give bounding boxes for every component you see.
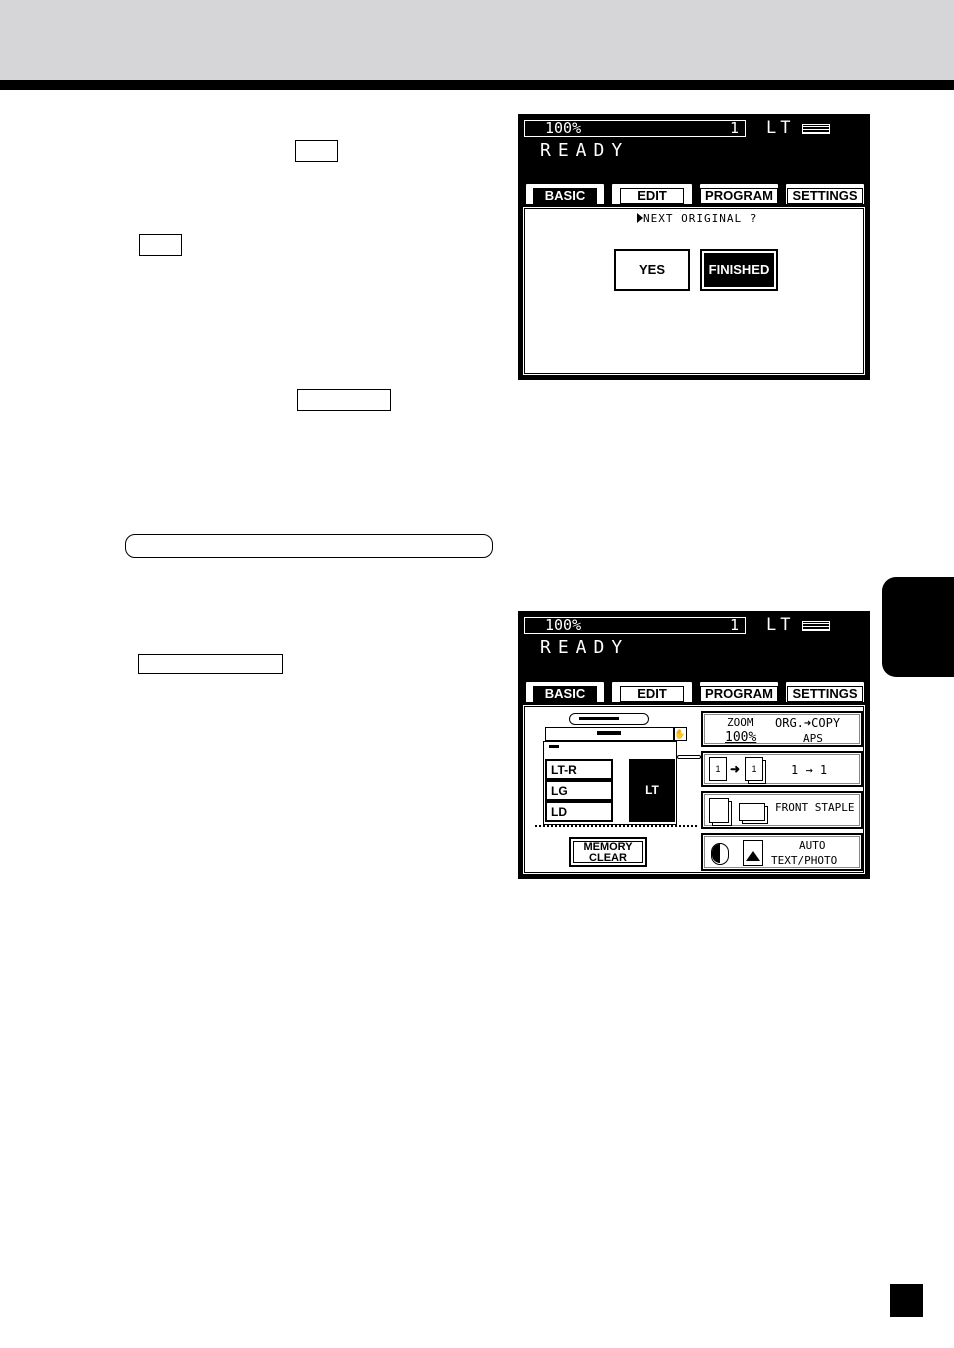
copy-count: 1 bbox=[729, 119, 739, 137]
prompt-line: NEXT ORIGINAL ? bbox=[637, 212, 757, 225]
tab-basic[interactable]: BASIC bbox=[524, 182, 606, 206]
duplex-button[interactable]: 1 ➜ 1 1 → 1 bbox=[701, 751, 863, 787]
inline-key-box bbox=[295, 140, 338, 162]
status-bar: 100% 1 bbox=[524, 120, 746, 137]
tab-program[interactable]: PROGRAM bbox=[698, 182, 780, 206]
zoom-readout: 100% bbox=[545, 616, 582, 634]
status-message: READY bbox=[540, 140, 630, 161]
header-rule bbox=[0, 80, 954, 90]
sort-icon bbox=[739, 803, 765, 821]
memory-clear-button[interactable]: MEMORY CLEAR bbox=[569, 837, 647, 867]
tab-edit[interactable]: EDIT bbox=[610, 680, 694, 704]
tab-basic[interactable]: BASIC bbox=[524, 680, 606, 704]
finisher-button[interactable]: FRONT STAPLE bbox=[701, 791, 863, 829]
zoom-button[interactable]: ZOOM 100% ORG.➜COPY APS bbox=[701, 711, 863, 747]
density-mode-button[interactable]: AUTO TEXT/PHOTO bbox=[701, 833, 863, 871]
tab-content: NEXT ORIGINAL ? YES FINISHED bbox=[522, 206, 866, 376]
original-mode-text: TEXT/PHOTO bbox=[771, 854, 838, 867]
lcd-panel-bottom: 100% 1 LT READY BASIC EDIT PROGRAM SETTI… bbox=[518, 611, 870, 879]
paper-size-readout: LT bbox=[766, 118, 795, 138]
paper-icon bbox=[802, 621, 830, 631]
next-original-prompt: NEXT ORIGINAL ? bbox=[643, 212, 758, 225]
header-band bbox=[0, 0, 954, 80]
copy-count: 1 bbox=[729, 616, 739, 634]
photo-icon bbox=[743, 840, 763, 866]
tab-content: ✋ LT-R LG LD LT MEMORY CLEAR ZOOM 100% O… bbox=[522, 704, 866, 875]
status-bar: 100% 1 bbox=[524, 617, 746, 634]
note-bar bbox=[125, 534, 493, 558]
status-message: READY bbox=[540, 637, 630, 658]
inline-key-box bbox=[138, 654, 283, 674]
paper-icon bbox=[802, 124, 830, 134]
bypass-tray-icon bbox=[677, 755, 701, 759]
staple-icon bbox=[709, 798, 729, 823]
tab-settings[interactable]: SETTINGS bbox=[784, 680, 866, 704]
duplex-text: 1 → 1 bbox=[791, 763, 828, 777]
tab-strip: BASIC EDIT PROGRAM SETTINGS bbox=[524, 182, 868, 208]
paper-size-readout: LT bbox=[766, 615, 795, 635]
chapter-tab bbox=[882, 577, 954, 677]
duplex-icon: 1 ➜ 1 bbox=[709, 757, 767, 783]
lcd-panel-top: 100% 1 LT READY BASIC EDIT PROGRAM SETTI… bbox=[518, 114, 870, 380]
yes-button[interactable]: YES bbox=[614, 249, 690, 291]
tray-lt-button[interactable]: LT bbox=[629, 759, 675, 822]
tab-strip: BASIC EDIT PROGRAM SETTINGS bbox=[524, 680, 868, 706]
tab-settings[interactable]: SETTINGS bbox=[784, 182, 866, 206]
inline-key-box bbox=[139, 234, 182, 256]
tab-edit[interactable]: EDIT bbox=[610, 182, 694, 206]
finisher-text: FRONT STAPLE bbox=[775, 801, 855, 814]
density-icon bbox=[711, 843, 729, 865]
zoom-readout: 100% bbox=[545, 119, 582, 137]
tray-lt-r-button[interactable]: LT-R bbox=[545, 759, 613, 780]
hand-icon: ✋ bbox=[673, 727, 687, 741]
density-auto-text: AUTO bbox=[799, 839, 826, 852]
tray-lg-button[interactable]: LG bbox=[545, 780, 613, 801]
finished-button[interactable]: FINISHED bbox=[700, 249, 778, 291]
page-number-marker bbox=[890, 1284, 923, 1317]
inline-key-box bbox=[297, 389, 391, 411]
tab-program[interactable]: PROGRAM bbox=[698, 680, 780, 704]
tray-ld-button[interactable]: LD bbox=[545, 801, 613, 822]
